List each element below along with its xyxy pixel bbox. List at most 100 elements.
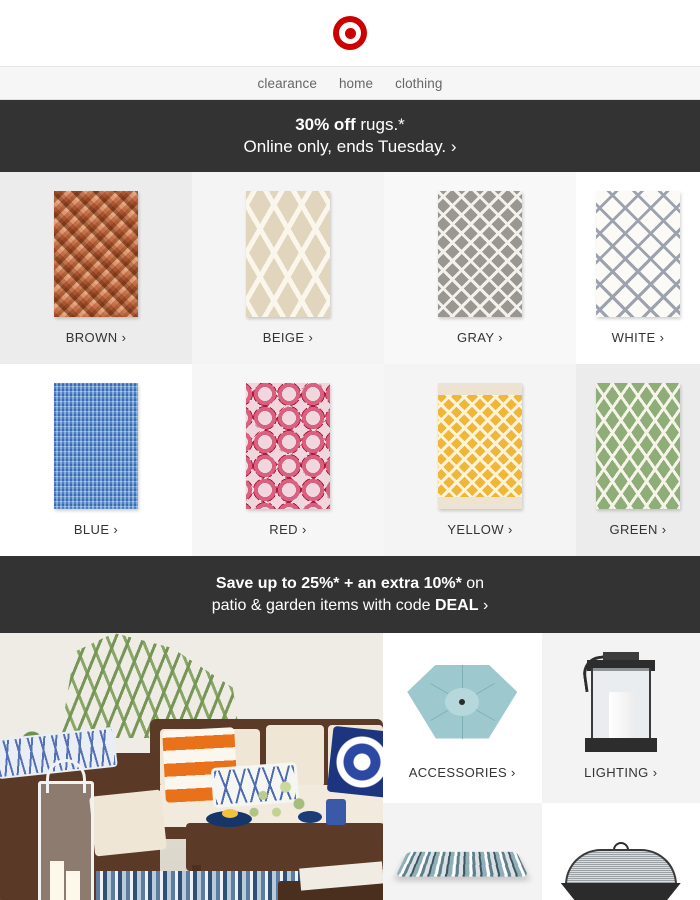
chevron-right-icon: › bbox=[302, 522, 307, 537]
patio-promo-line-2: patio & garden items with code DEAL › bbox=[212, 595, 489, 616]
rug-tile-label-red: RED › bbox=[269, 522, 306, 537]
photo-blue-tumbler bbox=[326, 799, 346, 825]
lighting-image-wrap bbox=[579, 647, 663, 757]
chevron-right-icon: › bbox=[483, 597, 488, 614]
logo-ring bbox=[339, 22, 361, 44]
lantern-base bbox=[585, 738, 657, 752]
chevron-right-icon: › bbox=[451, 137, 457, 156]
email-page: clearance home clothing 30% off rugs.* O… bbox=[0, 0, 700, 900]
category-tile-accessories[interactable]: ACCESSORIES › bbox=[383, 633, 542, 803]
rug-label-text-white: WHITE bbox=[612, 330, 656, 345]
accessories-label-text: ACCESSORIES bbox=[409, 765, 507, 780]
umbrella-center-dot bbox=[459, 699, 465, 705]
rugs-promo-terms: Online only, ends Tuesday. bbox=[244, 137, 447, 156]
rug-label-text-green: GREEN bbox=[610, 522, 658, 537]
rug-label-text-blue: BLUE bbox=[74, 522, 110, 537]
logo-center-dot bbox=[345, 28, 356, 39]
rug-gray-image-wrap bbox=[438, 191, 522, 317]
chevron-right-icon: › bbox=[498, 330, 503, 345]
outdoor-lantern-image bbox=[579, 646, 663, 758]
rugs-promo-banner[interactable]: 30% off rugs.* Online only, ends Tuesday… bbox=[0, 100, 700, 172]
rug-brown-image-wrap bbox=[54, 191, 138, 317]
chevron-right-icon: › bbox=[511, 765, 516, 780]
rug-tile-yellow[interactable]: YELLOW › bbox=[384, 364, 576, 556]
chevron-right-icon: › bbox=[662, 522, 667, 537]
target-bullseye-logo[interactable] bbox=[333, 16, 367, 50]
rug-red-image-wrap bbox=[246, 383, 330, 509]
striped-seat-cushion-image bbox=[402, 843, 522, 889]
category-label-lighting: LIGHTING › bbox=[584, 765, 657, 780]
rug-blue-image-wrap bbox=[54, 383, 138, 509]
rug-tile-brown[interactable]: BROWN › bbox=[0, 172, 192, 364]
rugs-promo-discount: 30% off bbox=[295, 115, 355, 134]
rug-color-grid: BROWN › BEIGE › GRAY › WHITE › BLUE › RE… bbox=[0, 172, 700, 556]
patio-umbrella-image bbox=[407, 655, 517, 750]
rug-tile-gray[interactable]: GRAY › bbox=[384, 172, 576, 364]
rug-label-text-red: RED bbox=[269, 522, 298, 537]
rug-tile-label-yellow: YELLOW › bbox=[447, 522, 512, 537]
rug-label-text-beige: BEIGE bbox=[263, 330, 305, 345]
rug-tile-red[interactable]: RED › bbox=[192, 364, 384, 556]
firepit-bowl bbox=[561, 883, 681, 900]
photo-pillar-candle-right bbox=[66, 871, 80, 900]
rug-tile-green[interactable]: GREEN › bbox=[576, 364, 700, 556]
rugs-promo-line-2: Online only, ends Tuesday. › bbox=[244, 136, 457, 158]
rug-label-text-brown: BROWN bbox=[66, 330, 118, 345]
rug-white-thumbnail bbox=[596, 191, 680, 317]
patio-promo-terms: patio & garden items with code bbox=[212, 597, 435, 614]
rug-label-text-gray: GRAY bbox=[457, 330, 494, 345]
patio-section: ACCESSORIES › LIGHTING › bbox=[0, 633, 700, 900]
rug-beige-thumbnail bbox=[246, 191, 330, 317]
chevron-right-icon: › bbox=[122, 330, 127, 345]
patio-furniture-lifestyle-photo[interactable] bbox=[0, 633, 383, 900]
chevron-right-icon: › bbox=[309, 330, 314, 345]
category-tile-lighting[interactable]: LIGHTING › bbox=[542, 633, 700, 803]
rug-tile-label-white: WHITE › bbox=[612, 330, 665, 345]
site-header bbox=[0, 0, 700, 66]
rug-tile-label-green: GREEN › bbox=[610, 522, 667, 537]
rug-yellow-thumbnail bbox=[438, 383, 522, 509]
rug-tile-beige[interactable]: BEIGE › bbox=[192, 172, 384, 364]
patio-promo-code: DEAL bbox=[435, 597, 479, 614]
chevron-right-icon: › bbox=[508, 522, 513, 537]
rug-green-thumbnail bbox=[596, 383, 680, 509]
rug-white-image-wrap bbox=[596, 191, 680, 317]
patio-promo-on: on bbox=[462, 575, 484, 592]
rugs-promo-line-1: 30% off rugs.* bbox=[295, 114, 405, 136]
rug-brown-thumbnail bbox=[54, 191, 138, 317]
lantern-candle bbox=[609, 692, 635, 738]
rugs-promo-subject: rugs.* bbox=[356, 115, 405, 134]
photo-lantern-handle bbox=[46, 759, 86, 793]
rug-tile-label-brown: BROWN › bbox=[66, 330, 127, 345]
rug-tile-label-blue: BLUE › bbox=[74, 522, 118, 537]
category-label-accessories: ACCESSORIES › bbox=[409, 765, 516, 780]
nav-item-clearance[interactable]: clearance bbox=[258, 76, 317, 91]
rug-red-thumbnail bbox=[246, 383, 330, 509]
chevron-right-icon: › bbox=[113, 522, 118, 537]
chevron-right-icon: › bbox=[653, 765, 658, 780]
photo-blue-tiedye-pillow bbox=[327, 726, 383, 798]
rug-gray-thumbnail bbox=[438, 191, 522, 317]
category-tile-firepit[interactable] bbox=[542, 803, 700, 900]
photo-pillar-candle-left bbox=[50, 861, 64, 900]
rug-tile-label-gray: GRAY › bbox=[457, 330, 503, 345]
rug-beige-image-wrap bbox=[246, 191, 330, 317]
patio-category-column: ACCESSORIES › LIGHTING › bbox=[383, 633, 700, 900]
patio-promo-banner[interactable]: Save up to 25%* + an extra 10%* on patio… bbox=[0, 556, 700, 633]
chevron-right-icon: › bbox=[660, 330, 665, 345]
category-tile-cushions[interactable] bbox=[383, 803, 542, 900]
firepit-screen-dome bbox=[565, 849, 677, 885]
nav-item-home[interactable]: home bbox=[339, 76, 373, 91]
rug-green-image-wrap bbox=[596, 383, 680, 509]
rug-tile-blue[interactable]: BLUE › bbox=[0, 364, 192, 556]
nav-item-clothing[interactable]: clothing bbox=[395, 76, 442, 91]
main-nav: clearance home clothing bbox=[0, 66, 700, 100]
cushion-pad bbox=[396, 852, 529, 877]
accessories-image-wrap bbox=[407, 647, 517, 757]
rug-tile-white[interactable]: WHITE › bbox=[576, 172, 700, 364]
patio-promo-line-1: Save up to 25%* + an extra 10%* on bbox=[216, 573, 484, 594]
photo-small-blue-dish bbox=[298, 811, 322, 823]
patio-promo-discount: Save up to 25%* + an extra 10%* bbox=[216, 575, 462, 592]
fire-pit-image bbox=[561, 843, 681, 899]
rug-tile-label-beige: BEIGE › bbox=[263, 330, 314, 345]
